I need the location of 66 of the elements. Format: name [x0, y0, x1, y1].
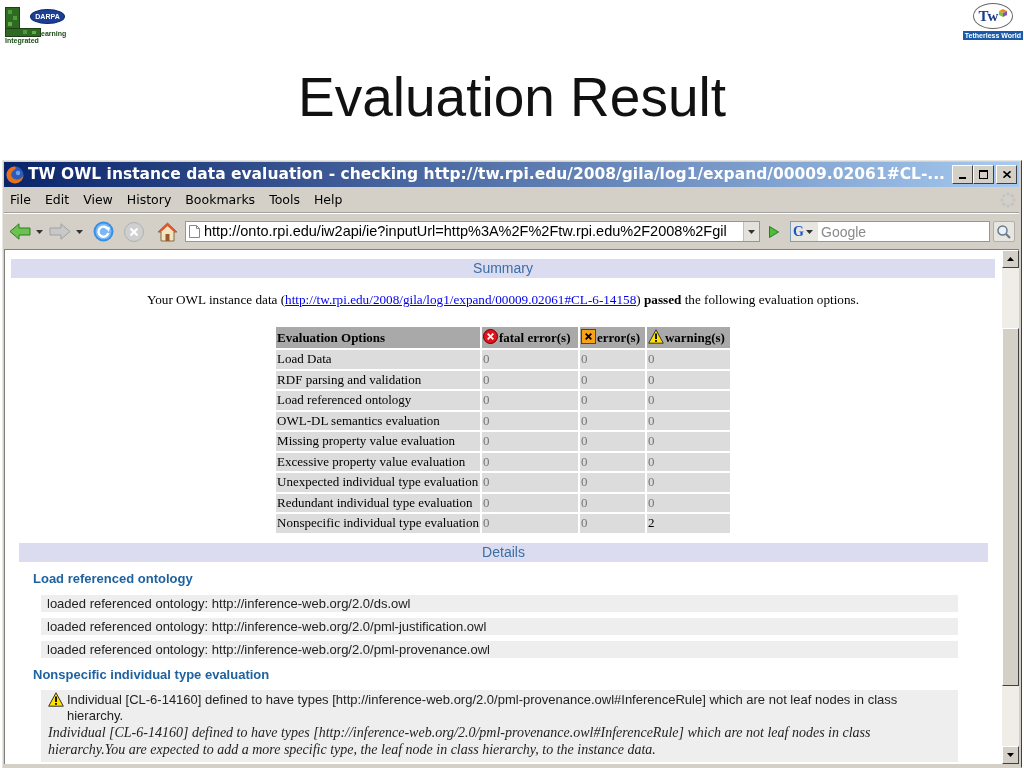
menu-item[interactable]: Tools	[263, 190, 306, 210]
data-link[interactable]: http://tw.rpi.edu/2008/gila/log1/expand/00009.02061#CL-6-14158	[285, 292, 637, 307]
scroll-down-button[interactable]	[1002, 746, 1019, 764]
stop-icon	[124, 221, 144, 242]
menu-item[interactable]: Help	[307, 190, 349, 210]
caret-icon	[36, 229, 43, 234]
table-cell: RDF parsing and validation	[275, 369, 481, 390]
minimize-icon	[959, 177, 966, 179]
warning-message: Individual [CL-6-14160] defined to have types [http://inference-web.org/2.0/pml-provenance.owl#InferenceRule] which are not leaf nodes in class hierarchy.	[67, 691, 899, 724]
menu-item[interactable]: Bookmarks	[179, 190, 262, 210]
x-square-icon	[580, 329, 596, 344]
column-label: Evaluation Options	[277, 329, 386, 345]
close-icon	[1002, 171, 1011, 178]
warning-icon	[48, 691, 64, 707]
ontology-item: loaded referenced ontology: http://inference-web.org/2.0/pml-justification.owl	[41, 617, 958, 635]
ontology-item: loaded referenced ontology: http://inference-web.org/2.0/ds.owl	[41, 594, 958, 612]
column-label: error(s)	[596, 330, 640, 345]
section-header: Details	[19, 542, 988, 562]
address-field[interactable]: http://onto.rpi.edu/iw2api/ie?inputUrl=http%3A%2F%2Ftw.rpi.edu%2F2008%2Fgil	[185, 221, 760, 242]
reload-icon	[93, 221, 114, 242]
close-button[interactable]	[996, 165, 1017, 184]
menu-item[interactable]: Edit	[38, 190, 76, 210]
page-icon	[189, 225, 200, 238]
right-arrow-icon	[49, 223, 71, 240]
window-title: TW OWL instance data evaluation - checking http://tw.rpi.edu/2008/gila/log1/expand/00009.02061#CL-...	[28, 164, 946, 185]
maximize-button[interactable]	[973, 165, 994, 184]
globe-icon	[6, 165, 24, 184]
table-cell: Load Data	[275, 349, 481, 370]
column-label: fatal error(s)	[498, 330, 571, 345]
table-cell: Missing property value evaluation	[275, 431, 481, 452]
section-heading: Nonspecific individual type evaluation	[33, 666, 271, 683]
scroll-thumb[interactable]	[1002, 328, 1019, 686]
minimize-button[interactable]	[952, 165, 973, 184]
home-icon	[157, 221, 178, 242]
summary-sentence: Your OWL instance data (http://tw.rpi.edu/2008/gila/log1/expand/00009.02061#CL-6-14158) passed the following evaluation options.	[146, 292, 860, 308]
table-cell: Unexpected individual type evaluation	[275, 472, 481, 493]
table-cell: Nonspecific individual type evaluation	[275, 513, 481, 534]
caret-icon	[76, 229, 83, 234]
caret-icon	[748, 229, 755, 234]
scroll-up-button[interactable]	[1002, 250, 1019, 268]
table-cell: OWL-DL semantics evaluation	[275, 410, 481, 431]
warning-icon	[647, 329, 664, 344]
section-heading: Load referenced ontology	[33, 570, 194, 587]
section-header: Summary	[11, 259, 995, 278]
table-cell: Load referenced ontology	[275, 390, 481, 411]
home-button[interactable]	[156, 219, 179, 244]
ontology-item: loaded referenced ontology: http://inference-web.org/2.0/pml-provenance.owl	[41, 640, 958, 658]
search-icon	[997, 224, 1011, 239]
slide-title: Evaluation Result	[297, 65, 727, 129]
cube-icon	[999, 9, 1008, 17]
menu-item[interactable]: History	[120, 190, 178, 210]
up-arrow-icon	[1007, 257, 1014, 261]
column-label: warning(s)	[664, 330, 725, 345]
logo-mark: Tw	[978, 8, 999, 24]
left-arrow-icon	[9, 223, 31, 240]
menu-item[interactable]: File	[4, 190, 37, 210]
reload-button[interactable]	[92, 219, 115, 244]
table-cell: Excessive property value evaluation	[275, 451, 481, 472]
table-cell: Redundant individual type evaluation	[275, 492, 481, 513]
menu-item[interactable]: View	[77, 190, 119, 210]
search-button[interactable]	[993, 221, 1015, 242]
maximize-icon	[979, 170, 988, 179]
warning-explanation: Individual [CL-6-14160] defined to have types [http://inference-web.org/2.0/pml-provenance.owl#InferenceRule] which are not leaf nodes in class hierarchy.You are expected to add a more specific type, the leaf node in class hierarchy, to the instance data.	[48, 723, 872, 758]
play-icon	[769, 225, 779, 238]
down-arrow-icon	[1007, 753, 1014, 757]
address-dropdown-button[interactable]	[743, 222, 759, 241]
